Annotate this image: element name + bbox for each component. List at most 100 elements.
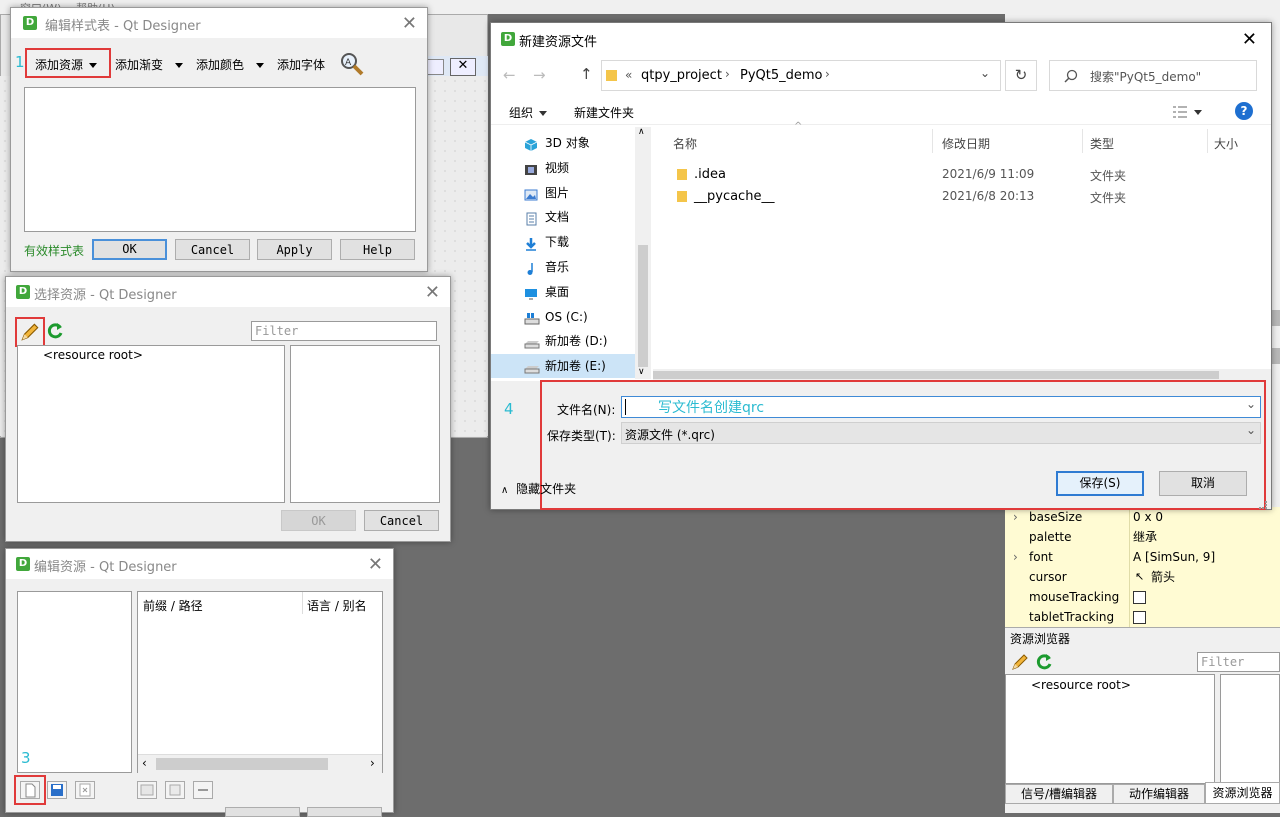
filename-dropdown-icon[interactable]: ⌄ [1246, 397, 1256, 411]
close-icon[interactable]: ✕ [368, 554, 383, 575]
file-list[interactable]: ^ 名称 修改日期 类型 大小 .idea 2021/6/9 11:09 文件夹… [653, 121, 1271, 379]
horizontal-scrollbar[interactable]: ‹ › [138, 754, 382, 773]
save-button[interactable]: 保存(S) [1056, 471, 1144, 496]
add-color-button[interactable]: 添加颜色 [196, 56, 265, 73]
nav-item[interactable]: 图片 [491, 181, 641, 205]
resource-browser-tree[interactable]: <resource root> [1005, 674, 1215, 784]
view-dropdown-icon[interactable] [1194, 110, 1202, 115]
ok-button[interactable]: OK [92, 239, 167, 260]
column-header-modified[interactable]: 修改日期 [942, 135, 990, 152]
cancel-button[interactable]: Cancel [364, 510, 439, 531]
remove-prefix-button[interactable] [193, 781, 213, 799]
resource-browser-files[interactable] [1220, 674, 1280, 784]
nav-scrollbar[interactable]: ∧ ∨ [635, 127, 651, 379]
filetype-dropdown-icon[interactable]: ⌄ [1246, 423, 1256, 437]
search-box[interactable]: 搜索"PyQt5_demo" [1049, 60, 1257, 91]
ok-button-partial[interactable] [225, 807, 300, 817]
prefix-path-header[interactable]: 前缀 / 路径 [143, 597, 203, 614]
navigation-pane[interactable]: 3D 对象 视频 图片 文档 下载 音乐 桌面 OS (C:) 新加卷 (D:) 新加卷 (E:)… [491, 127, 651, 379]
add-font-button[interactable]: 添加字体 [277, 56, 325, 73]
property-row-font[interactable]: › font A [SimSun, 9] [1005, 547, 1279, 567]
nav-item[interactable]: 视频 [491, 156, 641, 180]
hide-folders-toggle[interactable]: ∧ 隐藏文件夹 [501, 480, 576, 497]
bottom-tab-signal-slot[interactable]: 信号/槽编辑器 [1005, 784, 1113, 804]
list-item[interactable]: __pycache__ 2021/6/8 20:13 文件夹 [653, 186, 1253, 208]
property-row-tablettracking[interactable]: tabletTracking [1005, 607, 1279, 627]
scrollbar-thumb[interactable] [156, 758, 328, 770]
resize-grip-icon[interactable] [1259, 501, 1267, 509]
close-icon[interactable]: ✕ [402, 13, 417, 34]
remove-resource-file-button[interactable] [75, 781, 95, 799]
nav-item[interactable]: 桌面 [491, 280, 641, 304]
view-options-icon[interactable] [1172, 105, 1188, 119]
cancel-button[interactable]: Cancel [175, 239, 250, 260]
breadcrumb-qtpy-project[interactable]: qtpy_project [641, 68, 722, 83]
scrollbar-thumb[interactable] [638, 245, 648, 367]
scroll-down-icon[interactable]: ∨ [638, 367, 645, 377]
nav-item[interactable]: 音乐 [491, 255, 641, 279]
breadcrumb-separator-icon[interactable]: › [825, 67, 830, 81]
pencil-icon[interactable] [1010, 652, 1030, 672]
address-dropdown-icon[interactable]: ⌄ [980, 66, 990, 80]
nav-item[interactable]: 下载 [491, 230, 641, 254]
help-button[interactable]: Help [340, 239, 415, 260]
close-icon[interactable]: ✕ [425, 282, 440, 303]
resource-root-item[interactable]: <resource root> [1031, 678, 1131, 692]
mousetracking-checkbox[interactable] [1133, 591, 1146, 604]
bottom-tab-resource-browser[interactable]: 资源浏览器 [1205, 782, 1280, 804]
property-row-cursor[interactable]: cursor ↖ 箭头 [1005, 567, 1279, 587]
column-header-size[interactable]: 大小 [1214, 135, 1238, 152]
language-alias-header[interactable]: 语言 / 别名 [307, 597, 367, 614]
nav-item[interactable]: 3D 对象 [491, 131, 641, 155]
property-row-basesize[interactable]: › baseSize 0 x 0 [1005, 507, 1279, 527]
add-files-button[interactable] [165, 781, 185, 799]
filename-input[interactable]: 写文件名创建qrc ⌄ [621, 396, 1261, 418]
cancel-button-partial[interactable] [307, 807, 382, 817]
property-row-palette[interactable]: palette 继承 [1005, 527, 1279, 547]
address-bar[interactable]: « qtpy_project › PyQt5_demo › ⌄ [601, 60, 1001, 91]
scroll-right-icon[interactable]: › [370, 756, 375, 770]
scroll-left-icon[interactable]: ‹ [142, 756, 147, 770]
add-prefix-button[interactable] [137, 781, 157, 799]
nav-item[interactable]: 新加卷 (D:) [491, 329, 641, 353]
apply-button[interactable]: Apply [257, 239, 332, 260]
prefix-table[interactable]: 前缀 / 路径 语言 / 别名 ‹ › [137, 591, 383, 773]
add-resource-button[interactable]: 添加资源 [35, 56, 98, 73]
column-header-type[interactable]: 类型 [1090, 135, 1114, 152]
breadcrumb-separator-icon[interactable]: › [725, 67, 730, 81]
breadcrumb-pyqt5-demo[interactable]: PyQt5_demo [740, 68, 823, 83]
scrollbar-thumb[interactable] [653, 371, 1219, 379]
tablettracking-checkbox[interactable] [1133, 611, 1146, 624]
help-circle-icon[interactable]: ? [1235, 102, 1253, 120]
qrc-file-list[interactable] [17, 591, 132, 773]
select-resource-tree[interactable]: <resource root> [17, 345, 285, 503]
resource-browser-filter[interactable]: Filter [1197, 652, 1280, 672]
scroll-up-icon[interactable]: ∧ [638, 127, 645, 137]
cancel-button[interactable]: 取消 [1159, 471, 1247, 496]
organize-button[interactable]: 组织 [509, 104, 548, 121]
property-row-mousetracking[interactable]: mouseTracking [1005, 587, 1279, 607]
nav-item[interactable]: OS (C:) [491, 305, 641, 329]
bottom-tab-action-editor[interactable]: 动作编辑器 [1113, 784, 1205, 804]
nav-item[interactable]: 文档 [491, 205, 641, 229]
breadcrumb-overflow[interactable]: « [625, 68, 632, 82]
list-item[interactable]: .idea 2021/6/9 11:09 文件夹 [653, 164, 1253, 186]
column-header-name[interactable]: 名称 [673, 135, 697, 152]
filetype-select[interactable]: 资源文件 (*.qrc) ⌄ [621, 422, 1261, 444]
reload-icon[interactable] [1034, 652, 1054, 672]
select-resource-files[interactable] [290, 345, 440, 503]
expand-arrow-icon[interactable]: › [1013, 547, 1018, 567]
new-resource-file-button[interactable] [20, 781, 40, 799]
save-resource-file-button[interactable] [47, 781, 67, 799]
background-close-button[interactable]: ✕ [450, 58, 476, 76]
reload-icon[interactable] [45, 321, 65, 341]
stylesheet-text-editor[interactable] [24, 87, 416, 232]
resource-root-item[interactable]: <resource root> [43, 348, 143, 362]
add-gradient-button[interactable]: 添加渐变 [115, 56, 184, 73]
nav-item[interactable]: 新加卷 (E:) [491, 354, 641, 379]
ok-button[interactable]: OK [281, 510, 356, 531]
close-icon[interactable]: ✕ [1242, 29, 1257, 50]
refresh-button[interactable]: ↻ [1005, 60, 1037, 91]
back-arrow-icon[interactable]: ← [503, 66, 516, 84]
up-arrow-icon[interactable]: ↑ [580, 65, 593, 83]
